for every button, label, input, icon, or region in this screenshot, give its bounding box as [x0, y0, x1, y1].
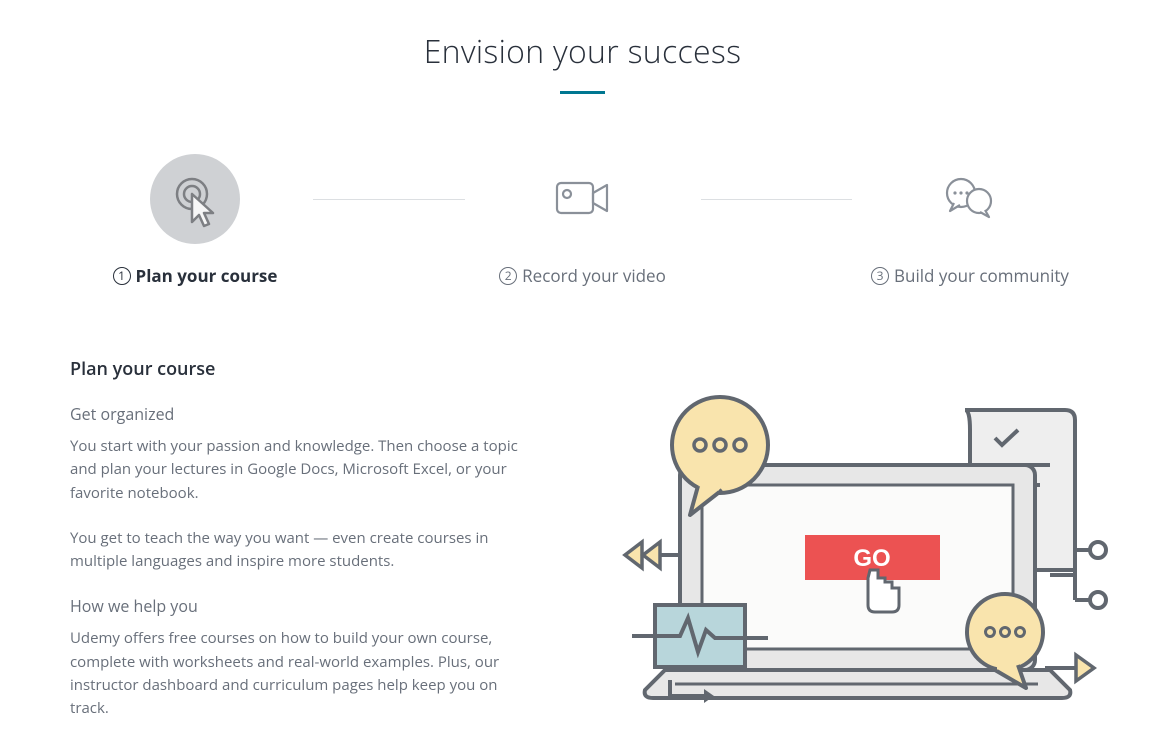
detail-subheading-organized: Get organized [70, 403, 540, 425]
title-underline [560, 91, 605, 94]
video-camera-icon [555, 179, 611, 219]
content-row: Plan your course Get organized You start… [70, 357, 1095, 742]
detail-paragraph: You start with your passion and knowledg… [70, 435, 540, 505]
step-num-two: 2 [499, 267, 517, 285]
step-community-label: Build your community [894, 264, 1069, 287]
detail-subheading-help: How we help you [70, 595, 540, 617]
detail-paragraph: You get to teach the way you want — even… [70, 527, 540, 574]
detail-heading: Plan your course [70, 357, 540, 381]
page-container: Envision your success 1 Plan your course [0, 0, 1165, 742]
step-connector [313, 199, 465, 200]
title-section: Envision your success [70, 30, 1095, 94]
step-community[interactable]: 3 Build your community [860, 154, 1080, 287]
chat-bubbles-icon [942, 175, 998, 223]
go-button-label: GO [853, 545, 890, 572]
page-title: Envision your success [70, 30, 1095, 73]
steps-row: 1 Plan your course 2 Record your video [70, 154, 1095, 287]
detail-paragraph: Udemy offers free courses on how to buil… [70, 627, 540, 720]
step-num-three: 3 [871, 267, 889, 285]
step-record-icon-wrap [538, 154, 628, 244]
course-illustration: GO [570, 380, 1110, 720]
step-record[interactable]: 2 Record your video [473, 154, 693, 287]
step-plan-label-row: 1 Plan your course [113, 264, 278, 287]
cursor-target-icon [150, 154, 240, 244]
step-num-one: 1 [113, 267, 131, 285]
detail-text-column: Plan your course Get organized You start… [70, 357, 540, 742]
step-plan-icon-wrap [150, 154, 240, 244]
step-plan-label: Plan your course [136, 264, 278, 287]
illustration-column: GO [570, 357, 1110, 742]
step-record-label: Record your video [522, 264, 666, 287]
step-community-label-row: 3 Build your community [871, 264, 1069, 287]
step-connector [701, 199, 853, 200]
step-plan[interactable]: 1 Plan your course [85, 154, 305, 287]
step-community-icon-wrap [925, 154, 1015, 244]
step-record-label-row: 2 Record your video [499, 264, 666, 287]
